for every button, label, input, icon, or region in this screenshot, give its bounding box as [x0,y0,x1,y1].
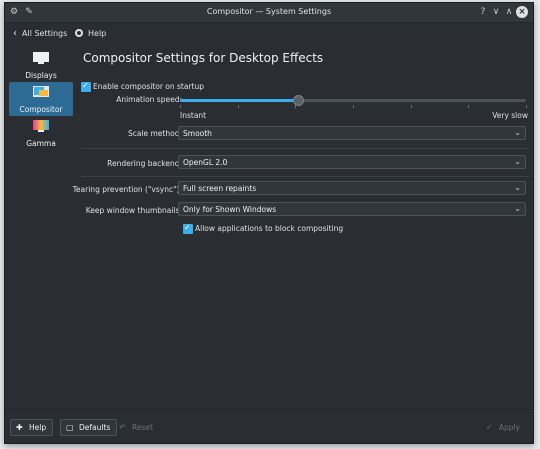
apply-button[interactable]: ✓ Apply [480,419,527,436]
title-bar: ⚙ ✎ Compositor — System Settings ? ∨ ∧ × [5,3,533,23]
tearing-prevention-label: Tearing prevention ("vsync"): [72,185,182,194]
scale-method-value: Smooth [183,129,212,138]
enable-compositor-checkbox[interactable] [81,81,91,92]
chevron-down-icon: ⌄ [514,157,521,166]
divider [81,176,529,177]
divider [81,148,529,149]
slider-tick [410,105,412,108]
sidebar-item-label: Displays [25,71,57,80]
rendering-backend-combo[interactable]: OpenGL 2.0 ⌄ [178,155,526,169]
slider-tick [237,105,239,108]
system-settings-window: ⚙ ✎ Compositor — System Settings ? ∨ ∧ ×… [4,2,534,444]
help-icon[interactable]: ? [477,6,489,18]
apply-button-label: Apply [498,423,520,432]
sidebar-item-label: Gamma [26,139,56,148]
toolbar-help-label: Help [88,29,107,38]
animation-speed-label: Animation speed: [116,95,182,104]
slider-ticks [180,105,527,108]
sidebar-item-displays[interactable]: Displays [9,48,73,82]
animation-speed-slider[interactable] [180,95,526,106]
reset-button[interactable]: ↶ Reset [113,419,160,436]
gamma-icon [32,119,50,133]
help-icon: ✚ [16,423,23,432]
allow-block-label: Allow applications to block compositing [195,224,344,233]
reset-button-label: Reset [132,423,153,432]
all-settings-label: All Settings [22,29,68,38]
scale-method-label: Scale method: [127,129,182,138]
sidebar: Displays Compositor Gamma [9,48,77,150]
enable-compositor-label: Enable compositor on startup [93,82,204,91]
slider-fill [180,99,298,102]
slider-max-label: Very slow [492,111,528,120]
slider-tick [526,105,527,108]
slider-tick [468,105,470,108]
defaults-button-label: Defaults [79,423,111,432]
footer: ✚ Help ▢ Defaults ↶ Reset ✓ Apply [5,409,533,443]
window-title: Compositor — System Settings [206,7,332,16]
allow-block-checkbox[interactable] [183,223,193,234]
keep-thumbnails-value: Only for Shown Windows [183,205,277,214]
sidebar-item-compositor[interactable]: Compositor [9,82,73,116]
rendering-backend-value: OpenGL 2.0 [183,158,228,167]
checkmark-icon: ✓ [485,423,493,432]
help-lifebuoy-icon [75,29,83,37]
tearing-prevention-value: Full screen repaints [183,184,257,193]
chevron-left-icon: ‹ [13,28,17,39]
display-icon [32,51,50,65]
toolbar: ‹ All Settings Help [5,23,533,45]
rendering-backend-label: Rendering backend: [107,159,182,168]
scale-method-combo[interactable]: Smooth ⌄ [178,126,526,140]
page-title: Compositor Settings for Desktop Effects [83,51,324,65]
keep-thumbnails-label: Keep window thumbnails: [85,206,182,215]
help-button[interactable]: ✚ Help [10,419,54,436]
toolbar-help-button[interactable]: Help [75,27,106,41]
maximize-icon[interactable]: ∧ [503,6,515,18]
chevron-down-icon: ⌄ [514,183,521,192]
tearing-prevention-combo[interactable]: Full screen repaints ⌄ [178,181,526,195]
sidebar-item-gamma[interactable]: Gamma [9,116,73,150]
slider-tick [353,105,354,108]
defaults-button[interactable]: ▢ Defaults [60,419,118,436]
defaults-icon: ▢ [66,423,74,432]
undo-icon: ↶ [119,423,126,432]
slider-tick [295,105,297,108]
keep-thumbnails-combo[interactable]: Only for Shown Windows ⌄ [178,202,526,216]
slider-tick [180,105,181,108]
all-settings-button[interactable]: ‹ All Settings [13,27,67,41]
chevron-down-icon: ⌄ [514,204,521,213]
sidebar-item-label: Compositor [19,105,63,114]
close-icon[interactable]: × [516,6,528,18]
compositor-icon [32,85,50,99]
help-button-label: Help [29,423,47,432]
compositor-page: Compositor Settings for Desktop Effects … [73,45,533,403]
slider-min-label: Instant [180,111,207,120]
minimize-icon[interactable]: ∨ [490,6,502,18]
chevron-down-icon: ⌄ [514,128,521,137]
